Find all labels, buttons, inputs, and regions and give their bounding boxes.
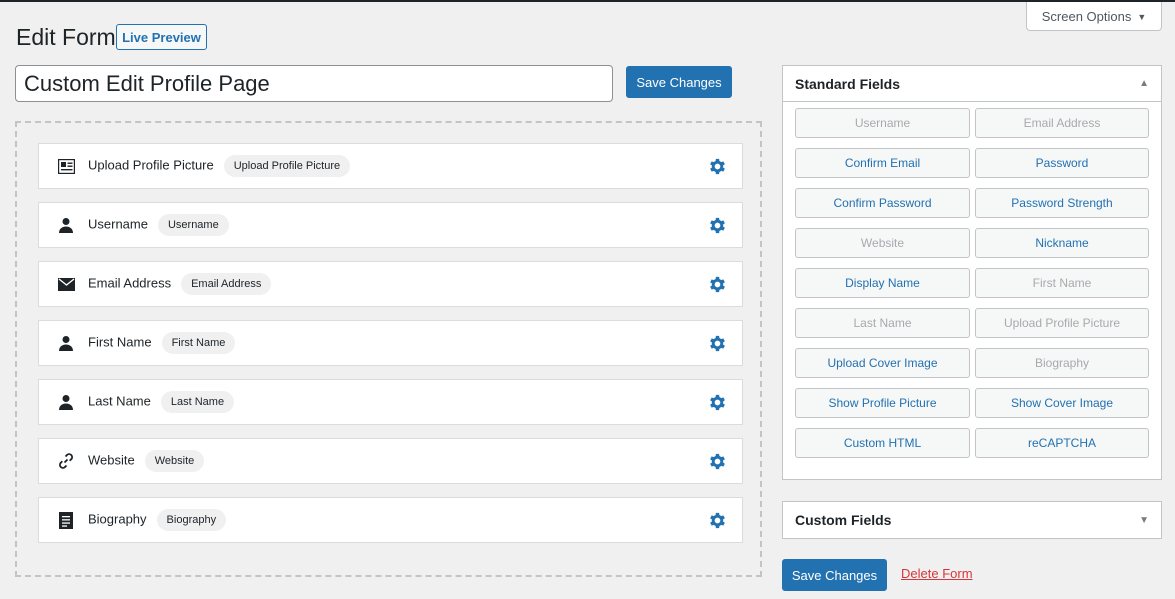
standard-fields-panel: Standard Fields ▲ Username Email Address C… xyxy=(782,65,1162,480)
admin-bar-edge xyxy=(0,0,1175,2)
field-row-upload-profile-picture[interactable]: Upload Profile Picture Upload Profile Pic… xyxy=(38,143,743,189)
form-title-input[interactable] xyxy=(15,65,613,102)
custom-fields-panel: Custom Fields ▼ xyxy=(782,501,1162,539)
gear-icon[interactable] xyxy=(708,511,727,530)
custom-fields-title: Custom Fields xyxy=(795,512,892,528)
caret-down-icon: ▼ xyxy=(1137,11,1147,22)
field-tag: Email Address xyxy=(181,273,272,295)
screen-options-button[interactable]: Screen Options ▼ xyxy=(1026,2,1162,31)
gear-icon[interactable] xyxy=(708,452,727,471)
live-preview-button[interactable]: Live Preview xyxy=(116,24,207,50)
field-row-email-address[interactable]: Email Address Email Address xyxy=(38,261,743,307)
standard-field-button-password[interactable]: Password xyxy=(975,148,1149,178)
user-icon xyxy=(56,215,76,235)
save-changes-button-bottom[interactable]: Save Changes xyxy=(782,559,887,591)
field-tag: Username xyxy=(157,214,229,236)
standard-fields-header[interactable]: Standard Fields ▲ xyxy=(783,66,1161,102)
caret-down-icon[interactable]: ▼ xyxy=(1139,515,1149,526)
field-label: Email Address Email Address xyxy=(88,273,272,295)
link-icon xyxy=(56,451,76,471)
caret-up-icon[interactable]: ▲ xyxy=(1139,78,1149,89)
id-card-icon xyxy=(56,156,76,176)
standard-field-button-last-name: Last Name xyxy=(795,308,970,338)
standard-field-button-upload-cover-image[interactable]: Upload Cover Image xyxy=(795,348,970,378)
field-label: Upload Profile Picture Upload Profile Pic… xyxy=(88,155,351,177)
custom-fields-header[interactable]: Custom Fields ▼ xyxy=(783,502,1161,538)
gear-icon[interactable] xyxy=(708,393,727,412)
gear-icon[interactable] xyxy=(708,216,727,235)
user-icon xyxy=(56,392,76,412)
standard-field-button-confirm-password[interactable]: Confirm Password xyxy=(795,188,970,218)
user-icon xyxy=(56,333,76,353)
field-label: Biography Biography xyxy=(88,509,227,531)
field-row-first-name[interactable]: First Name First Name xyxy=(38,320,743,366)
gear-icon[interactable] xyxy=(708,334,727,353)
standard-fields-grid: Username Email Address Confirm Email Passwo… xyxy=(783,102,1161,458)
field-label: First Name First Name xyxy=(88,332,236,354)
standard-field-button-recaptcha[interactable]: reCAPTCHA xyxy=(975,428,1149,458)
standard-field-button-show-profile-picture[interactable]: Show Profile Picture xyxy=(795,388,970,418)
field-label: Website Website xyxy=(88,450,205,472)
field-label: Username Username xyxy=(88,214,229,236)
standard-field-button-nickname[interactable]: Nickname xyxy=(975,228,1149,258)
standard-field-button-upload-profile-picture: Upload Profile Picture xyxy=(975,308,1149,338)
field-tag: First Name xyxy=(161,332,236,354)
standard-field-button-biography: Biography xyxy=(975,348,1149,378)
field-tag: Biography xyxy=(156,509,227,531)
field-row-biography[interactable]: Biography Biography xyxy=(38,497,743,543)
save-changes-button-top[interactable]: Save Changes xyxy=(626,66,732,98)
field-row-username[interactable]: Username Username xyxy=(38,202,743,248)
standard-field-button-website: Website xyxy=(795,228,970,258)
delete-form-link[interactable]: Delete Form xyxy=(901,566,973,581)
standard-field-button-first-name: First Name xyxy=(975,268,1149,298)
field-label: Last Name Last Name xyxy=(88,391,235,413)
screen-options-label: Screen Options xyxy=(1041,8,1132,24)
field-tag: Upload Profile Picture xyxy=(223,155,351,177)
envelope-icon xyxy=(56,274,76,294)
field-row-website[interactable]: Website Website xyxy=(38,438,743,484)
field-row-last-name[interactable]: Last Name Last Name xyxy=(38,379,743,425)
page-title: Edit Form xyxy=(16,24,116,50)
gear-icon[interactable] xyxy=(708,157,727,176)
document-icon xyxy=(56,510,76,530)
field-tag: Last Name xyxy=(160,391,235,413)
standard-fields-title: Standard Fields xyxy=(795,75,901,92)
gear-icon[interactable] xyxy=(708,275,727,294)
standard-field-button-password-strength[interactable]: Password Strength xyxy=(975,188,1149,218)
standard-field-button-display-name[interactable]: Display Name xyxy=(795,268,970,298)
field-tag: Website xyxy=(144,450,205,472)
form-fields-dropzone: Upload Profile Picture Upload Profile Pic… xyxy=(15,121,762,577)
standard-field-button-show-cover-image[interactable]: Show Cover Image xyxy=(975,388,1149,418)
standard-field-button-confirm-email[interactable]: Confirm Email xyxy=(795,148,970,178)
standard-field-button-email-address: Email Address xyxy=(975,108,1149,138)
standard-field-button-username: Username xyxy=(795,108,970,138)
standard-field-button-custom-html[interactable]: Custom HTML xyxy=(795,428,970,458)
